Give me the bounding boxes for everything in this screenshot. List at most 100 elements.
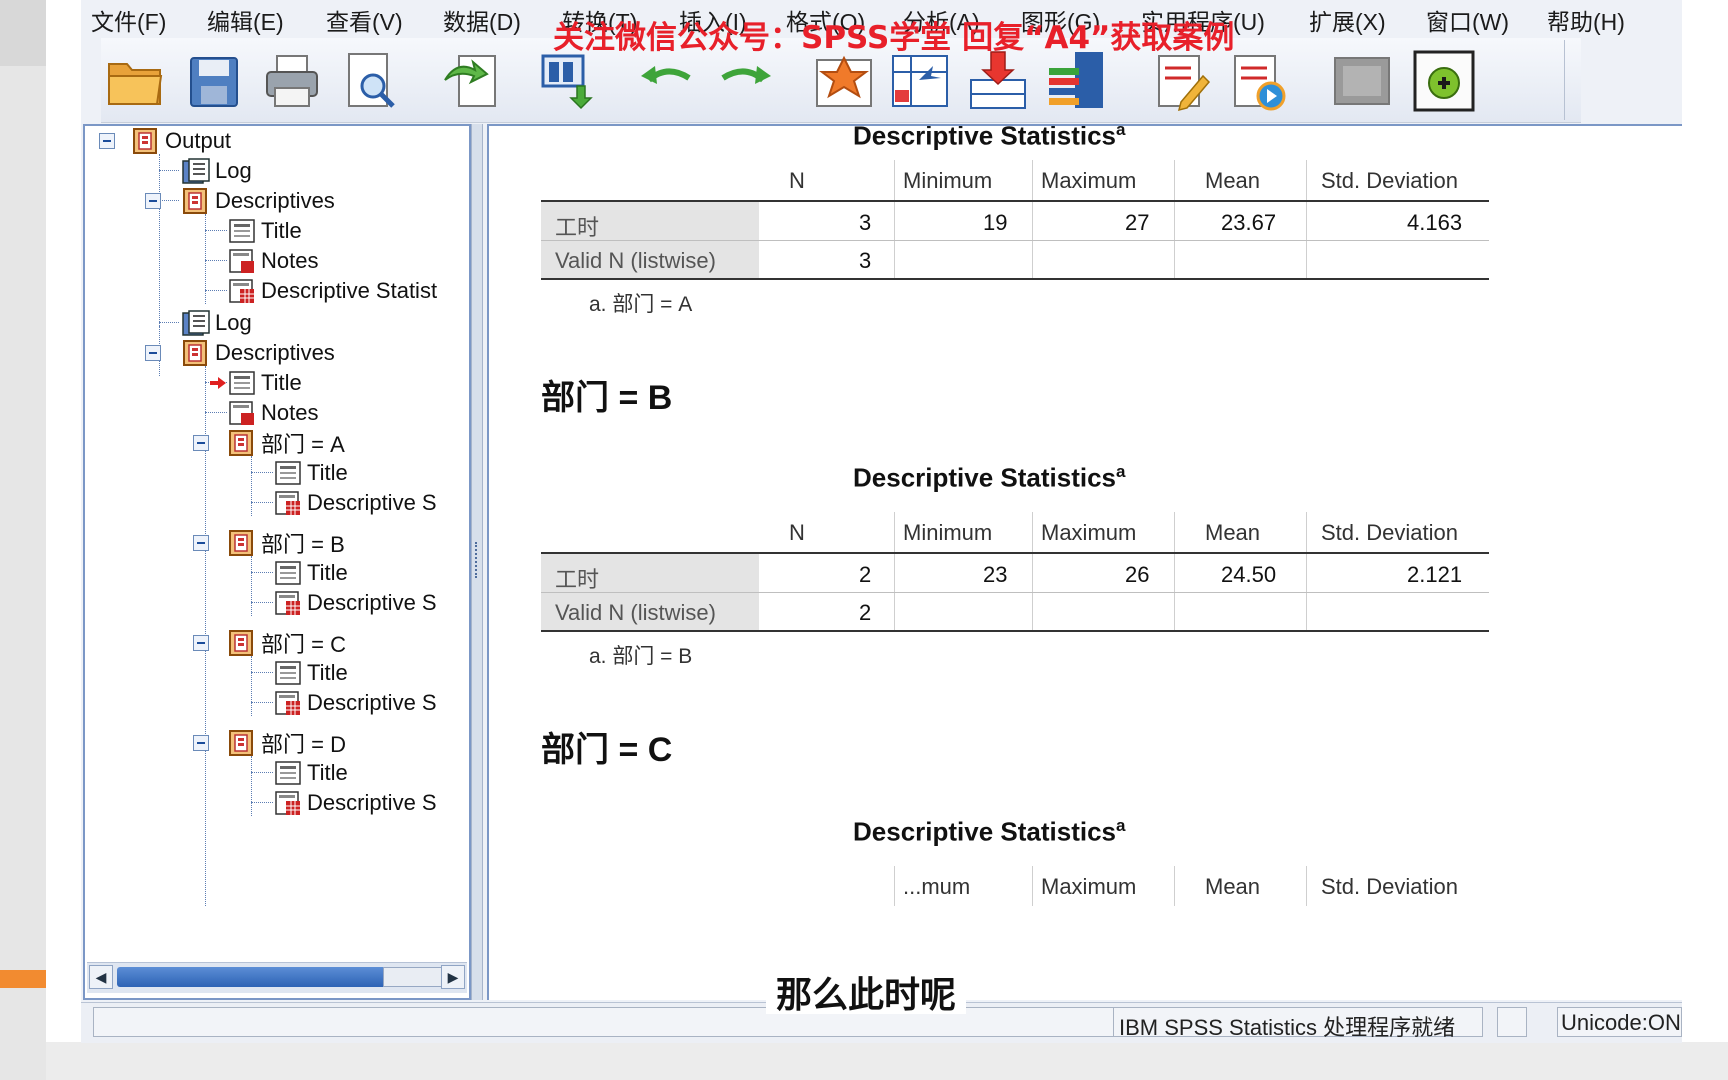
tree-item-descriptive-statistics[interactable]: Descriptive S [273, 788, 437, 818]
menu-window[interactable]: 窗口(W) [1426, 3, 1509, 37]
tree-item-title[interactable]: Title [273, 658, 348, 688]
outline-horizontal-scrollbar[interactable]: ◀ ▶ [87, 962, 467, 993]
tree-item-title[interactable]: Title [273, 558, 348, 588]
outline-pane: Output Log Descriptives Title Notes Desc… [83, 124, 471, 1000]
tree-item-label: Descriptives [215, 340, 335, 365]
tree-item-dept-a[interactable]: 部门 = A [193, 428, 345, 458]
goto-data-icon[interactable] [813, 50, 875, 112]
variables-icon[interactable] [1045, 50, 1107, 112]
tree-item-descriptive-statistics[interactable]: Descriptive S [273, 688, 437, 718]
goto-variable-icon[interactable] [967, 50, 1029, 112]
tree-connector [251, 472, 273, 473]
tree-item-label: 部门 = D [261, 732, 346, 757]
recall-dialog-icon[interactable] [537, 50, 599, 112]
designate-window-icon[interactable] [1151, 50, 1213, 112]
desktop-left-panel [0, 66, 46, 1080]
table-column-divider [1174, 866, 1175, 906]
watermark-text: 关注微信公众号：SPSS学堂 回复“A4”获取案例 [553, 20, 1235, 56]
table-title-superscript: a [1116, 124, 1126, 139]
print-preview-icon[interactable] [339, 50, 401, 112]
save-icon[interactable] [183, 50, 245, 112]
scrollbar-thumb[interactable] [383, 967, 447, 987]
tree-item-title[interactable]: Title [273, 758, 348, 788]
column-header-n: N [789, 168, 805, 193]
collapse-icon[interactable] [193, 735, 209, 751]
tree-item-notes[interactable]: Notes [227, 398, 318, 428]
tree-item-label: Descriptive S [307, 590, 437, 615]
table-icon [275, 491, 300, 515]
tree-item-output[interactable]: Output [99, 126, 231, 156]
tree-item-descriptives[interactable]: Descriptives [145, 186, 335, 216]
procedure-icon [229, 630, 253, 656]
tree-item-descriptive-statistics[interactable]: Descriptive Statist [227, 276, 437, 306]
title-icon [229, 219, 255, 243]
collapse-icon[interactable] [99, 133, 115, 149]
menu-data[interactable]: 数据(D) [443, 3, 521, 37]
collapse-icon[interactable] [193, 535, 209, 551]
table-column-divider [894, 512, 895, 630]
menu-view[interactable]: 查看(V) [326, 3, 403, 37]
tree-item-title-current[interactable]: Title [209, 368, 302, 398]
tree-item-log[interactable]: Log [181, 308, 252, 338]
tree-item-dept-b[interactable]: 部门 = B [193, 528, 345, 558]
section-title-dept-b: 部门 = B [541, 379, 673, 417]
column-header-n: N [789, 520, 805, 545]
print-icon[interactable] [261, 50, 323, 112]
collapse-icon[interactable] [193, 435, 209, 451]
scroll-right-icon[interactable]: ▶ [441, 965, 465, 989]
table-column-divider [1174, 512, 1175, 630]
tree-item-log[interactable]: Log [181, 156, 252, 186]
menu-help[interactable]: 帮助(H) [1547, 3, 1625, 37]
splitter-grip-icon[interactable] [475, 542, 481, 578]
scrollbar-track[interactable] [117, 967, 421, 987]
undo-icon[interactable] [637, 50, 699, 112]
table-title-text: Descriptive Statistics [853, 462, 1117, 493]
table-icon [275, 591, 300, 615]
collapse-icon[interactable] [193, 635, 209, 651]
redo-icon[interactable] [713, 50, 775, 112]
tree-item-label: 部门 = B [261, 532, 345, 557]
collapse-icon[interactable] [145, 345, 161, 361]
desktop-bottom-margin [46, 1042, 1728, 1080]
title-icon [275, 561, 301, 585]
tree-item-descriptive-statistics[interactable]: Descriptive S [273, 588, 437, 618]
tree-item-descriptive-statistics[interactable]: Descriptive S [273, 488, 437, 518]
menu-edit[interactable]: 编辑(E) [207, 3, 284, 37]
tree-item-title[interactable]: Title [273, 458, 348, 488]
tree-item-descriptives[interactable]: Descriptives [145, 338, 335, 368]
goto-case-icon[interactable] [889, 50, 951, 112]
column-header-mean: Mean [1205, 874, 1261, 899]
export-icon[interactable] [439, 50, 501, 112]
column-header-minimum: Minimum [903, 520, 993, 545]
title-icon [275, 461, 301, 485]
tree-item-label: Descriptive Statist [261, 278, 438, 303]
video-subtitle: 那么此时呢 [776, 975, 957, 1016]
column-header-maximum: Maximum [1041, 168, 1137, 193]
scroll-left-icon[interactable]: ◀ [89, 965, 113, 989]
tree-connector [251, 456, 252, 516]
tree-connector [159, 170, 179, 171]
tree-item-label: Log [215, 158, 252, 183]
run-script-icon[interactable] [1227, 50, 1289, 112]
tree-item-label: Notes [261, 400, 319, 425]
tree-item-dept-d[interactable]: 部门 = D [193, 728, 346, 758]
table-row-rule [541, 240, 1489, 241]
tree-item-label: 部门 = A [261, 432, 345, 457]
status-processor-ready: IBM SPSS Statistics 处理程序就绪 [1119, 1015, 1456, 1040]
table-column-divider [1032, 866, 1033, 906]
menu-file[interactable]: 文件(F) [91, 3, 166, 37]
tree-item-dept-c[interactable]: 部门 = C [193, 628, 346, 658]
tree-item-title[interactable]: Title [227, 216, 302, 246]
collapse-icon[interactable] [145, 193, 161, 209]
add-icon[interactable] [1413, 50, 1475, 112]
table-column-divider [894, 866, 895, 906]
table-title-superscript: a [1116, 462, 1126, 481]
pane-splitter[interactable] [471, 124, 483, 1000]
disabled-icon[interactable] [1331, 50, 1393, 112]
notes-icon [229, 249, 254, 273]
open-folder-icon[interactable] [105, 50, 167, 112]
notes-icon [229, 401, 254, 425]
row-label-gongshi: 工时 [555, 215, 600, 240]
menu-extensions[interactable]: 扩展(X) [1309, 3, 1386, 37]
tree-item-notes[interactable]: Notes [227, 246, 318, 276]
